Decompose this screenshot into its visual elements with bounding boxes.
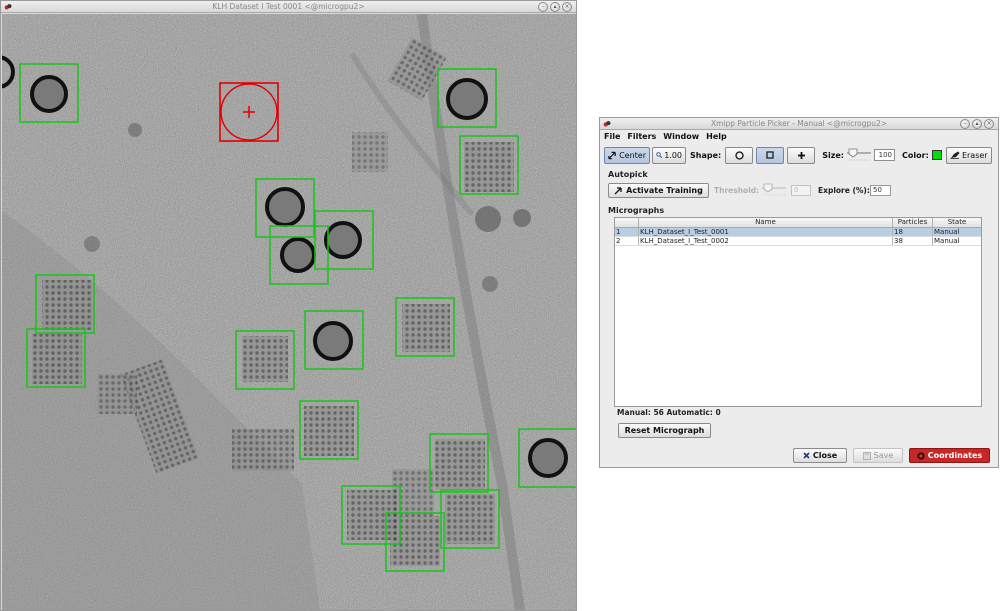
autopick-title: Autopick bbox=[608, 170, 648, 179]
activate-training-label: Activate Training bbox=[626, 186, 703, 195]
explore-label: Explore (%): bbox=[818, 186, 870, 195]
particle-picker-window: Xmipp Particle Picker - Manual <@microgp… bbox=[599, 117, 999, 468]
picker-titlebar: Xmipp Particle Picker - Manual <@microgp… bbox=[600, 118, 998, 130]
column-header-particles[interactable]: Particles bbox=[893, 218, 933, 227]
table-header: Name Particles State bbox=[615, 218, 981, 228]
column-header-state[interactable]: State bbox=[933, 218, 981, 227]
coordinates-label: Coordinates bbox=[927, 451, 983, 460]
micrograph-canvas[interactable] bbox=[2, 14, 576, 610]
row-index: 2 bbox=[615, 237, 639, 245]
plus-icon bbox=[797, 151, 805, 159]
close-window-button[interactable]: × bbox=[562, 2, 572, 12]
zoom-value: 1.00 bbox=[664, 150, 682, 160]
eraser-label: Eraser bbox=[961, 150, 988, 160]
threshold-slider[interactable] bbox=[761, 183, 787, 197]
column-header-index[interactable] bbox=[615, 218, 639, 227]
maximize-button[interactable]: ▴ bbox=[550, 2, 560, 12]
row-state: Manual bbox=[934, 237, 960, 245]
table-row[interactable]: 1 KLH_Dataset_I_Test_0001 18 Manual bbox=[615, 228, 981, 237]
color-label: Color: bbox=[902, 150, 929, 160]
action-buttons: Close Save Coordinates bbox=[793, 448, 990, 463]
minimize-button[interactable]: – bbox=[538, 2, 548, 12]
micrograph-window-title: KLH Dataset I Test 0001 <@microgpu2> bbox=[212, 2, 365, 11]
close-x-icon bbox=[803, 452, 810, 459]
center-button[interactable]: Center bbox=[604, 146, 650, 164]
shape-label: Shape: bbox=[690, 150, 722, 160]
center-label: Center bbox=[619, 150, 646, 160]
window-controls: – ▴ × bbox=[538, 2, 572, 12]
menu-file[interactable]: File bbox=[604, 130, 620, 143]
reset-micrograph-button[interactable]: Reset Micrograph bbox=[618, 423, 711, 438]
center-arrows-icon bbox=[608, 151, 616, 159]
table-row[interactable]: 2 KLH_Dataset_I_Test_0002 38 Manual bbox=[615, 237, 981, 246]
square-icon bbox=[766, 151, 774, 159]
reset-micrograph-label: Reset Micrograph bbox=[624, 426, 705, 435]
eraser-icon bbox=[950, 151, 960, 159]
zoom-button[interactable]: 1.00 bbox=[652, 146, 686, 164]
picker-window-title: Xmipp Particle Picker - Manual <@microgp… bbox=[710, 119, 888, 128]
particle-count-status: Manual: 56 Automatic: 0 bbox=[617, 408, 721, 417]
maximize-button[interactable]: ▴ bbox=[972, 119, 982, 129]
row-state: Manual bbox=[934, 228, 960, 236]
autopick-panel: Autopick Activate Training Threshold: 0 … bbox=[604, 170, 994, 201]
row-name: KLH_Dataset_I_Test_0002 bbox=[639, 237, 893, 245]
size-label: Size: bbox=[822, 150, 845, 160]
save-disk-icon bbox=[862, 451, 871, 460]
explore-field[interactable]: 50 bbox=[870, 185, 891, 196]
menu-bar: File Filters Window Help bbox=[600, 130, 998, 143]
row-name: KLH_Dataset_I_Test_0001 bbox=[639, 228, 893, 236]
save-button[interactable]: Save bbox=[853, 448, 903, 463]
toolbar: Center 1.00 Shape: Size: 100 Color: Eras… bbox=[604, 145, 994, 165]
window-controls: – ▴ × bbox=[960, 119, 994, 129]
eraser-button[interactable]: Eraser bbox=[945, 146, 992, 164]
coordinates-icon bbox=[917, 451, 925, 460]
menu-help[interactable]: Help bbox=[706, 130, 727, 143]
coordinates-button[interactable]: Coordinates bbox=[909, 448, 990, 463]
close-button[interactable]: Close bbox=[793, 448, 847, 463]
row-particles: 38 bbox=[893, 237, 933, 245]
micrographs-title: Micrographs bbox=[608, 206, 665, 215]
menu-window[interactable]: Window bbox=[663, 130, 699, 143]
threshold-field[interactable]: 0 bbox=[791, 185, 811, 196]
minimize-button[interactable]: – bbox=[960, 119, 970, 129]
magnifier-icon bbox=[656, 152, 663, 159]
size-field[interactable]: 100 bbox=[874, 149, 896, 161]
micrograph-window: KLH Dataset I Test 0001 <@microgpu2> – ▴… bbox=[0, 0, 577, 611]
size-slider[interactable] bbox=[846, 148, 872, 162]
threshold-label: Threshold: bbox=[714, 186, 760, 195]
close-label: Close bbox=[812, 451, 838, 460]
menu-filters[interactable]: Filters bbox=[627, 130, 656, 143]
micrographs-table: Name Particles State 1 KLH_Dataset_I_Tes… bbox=[614, 217, 982, 407]
training-arrow-icon bbox=[614, 186, 622, 194]
save-label: Save bbox=[873, 451, 894, 460]
column-header-name[interactable]: Name bbox=[639, 218, 893, 227]
close-window-button[interactable]: × bbox=[984, 119, 994, 129]
shape-square-button[interactable] bbox=[756, 146, 785, 164]
row-particles: 18 bbox=[893, 228, 933, 236]
circle-icon bbox=[735, 150, 744, 160]
color-swatch[interactable] bbox=[931, 150, 942, 160]
shape-center-button[interactable] bbox=[787, 146, 816, 164]
row-index: 1 bbox=[615, 228, 639, 236]
micrograph-titlebar: KLH Dataset I Test 0001 <@microgpu2> – ▴… bbox=[1, 1, 576, 13]
activate-training-button[interactable]: Activate Training bbox=[608, 183, 709, 198]
shape-circle-button[interactable] bbox=[725, 146, 754, 164]
